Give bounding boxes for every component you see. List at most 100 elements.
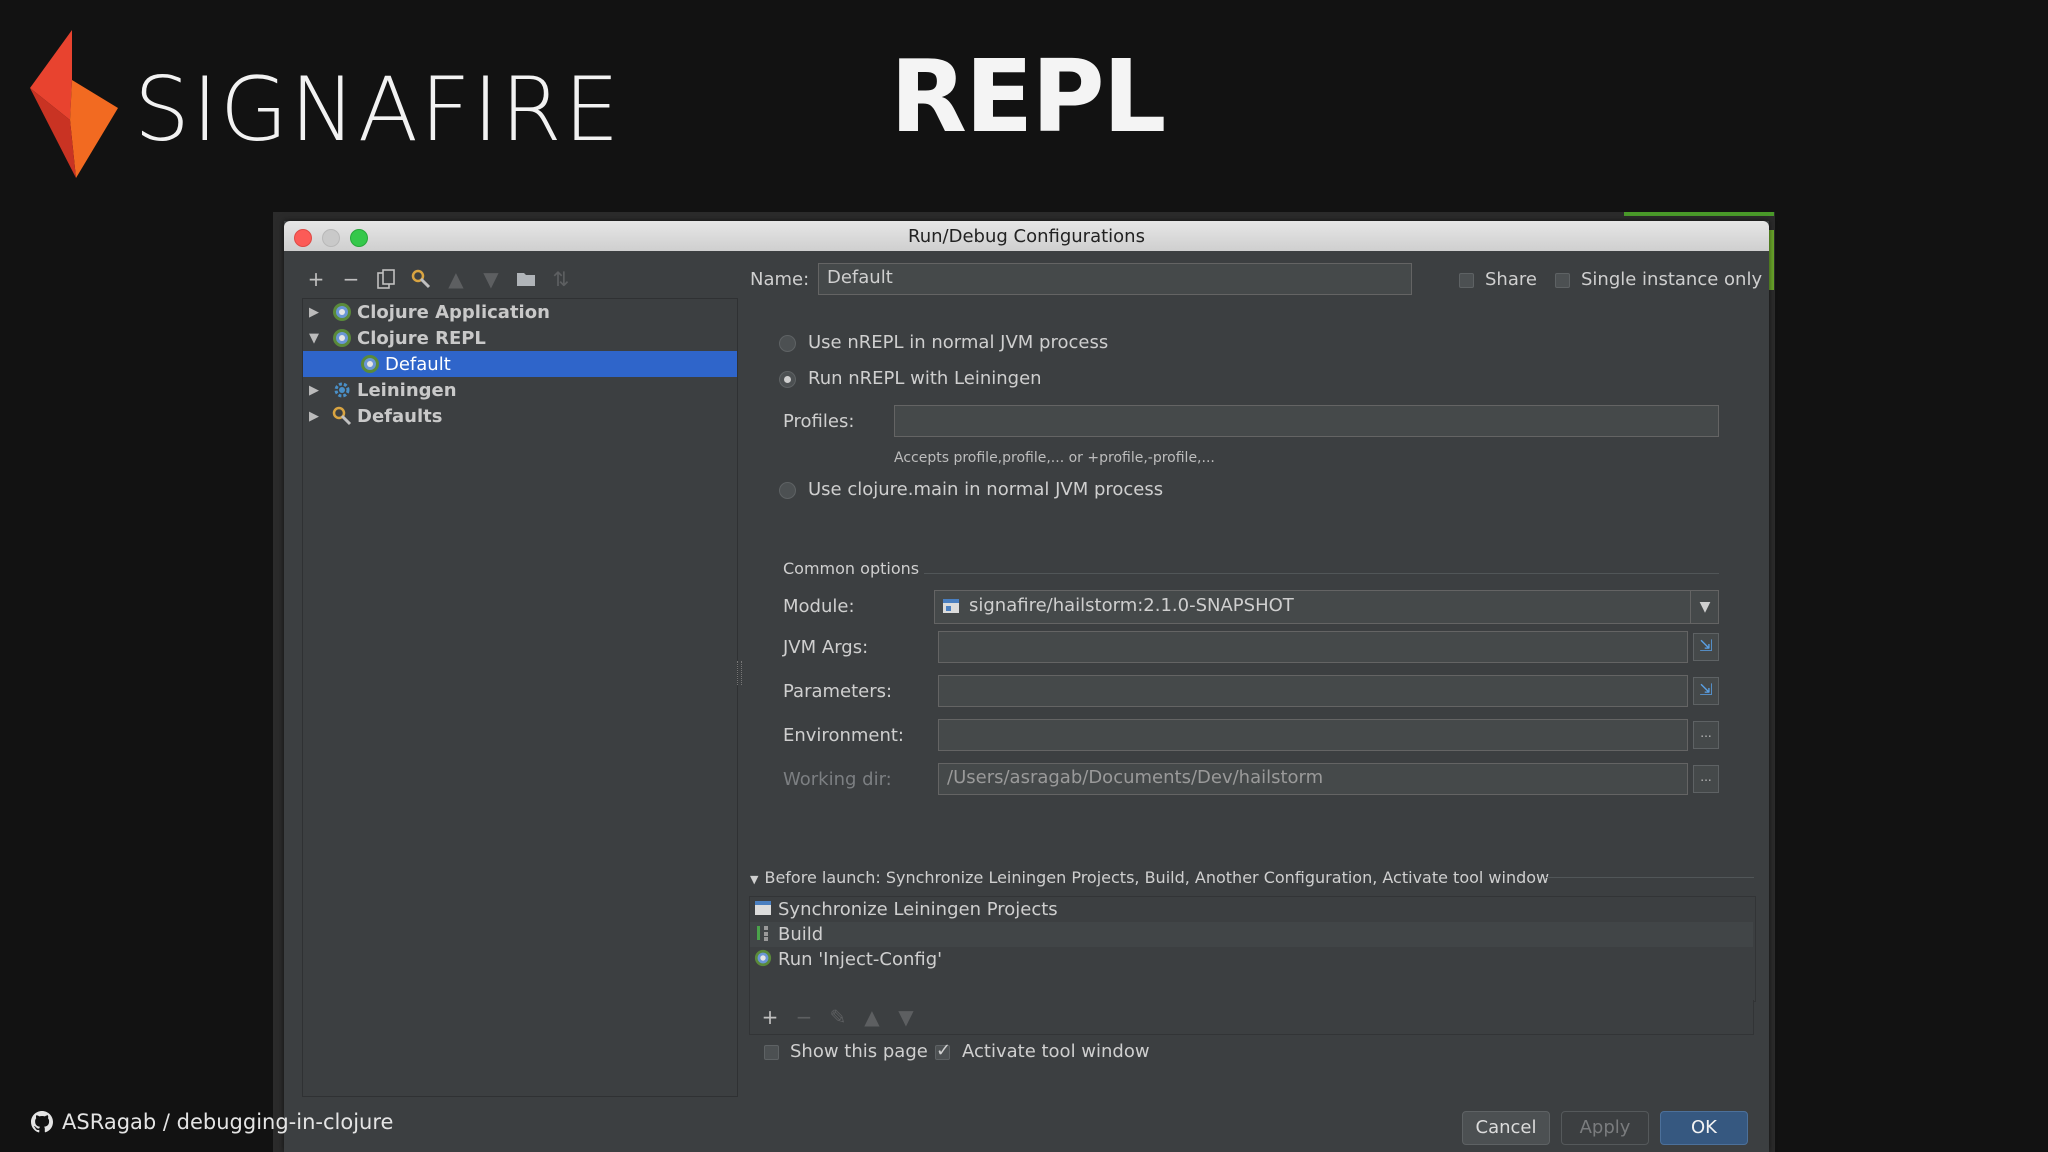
nrepl-jvm-radio[interactable] (779, 335, 796, 352)
clojure-icon (752, 949, 774, 971)
move-down-icon[interactable]: ▼ (479, 267, 503, 291)
copy-icon[interactable] (374, 267, 398, 291)
sort-icon[interactable]: ⇅ (549, 267, 573, 291)
folder-icon[interactable] (514, 267, 538, 291)
jvm-args-field[interactable] (938, 631, 1688, 663)
tree-item-clojure-repl[interactable]: ▼ Clojure REPL (303, 325, 737, 351)
single-instance-label: Single instance only (1581, 269, 1763, 290)
signafire-logo: SIGNAFIRE (30, 30, 619, 180)
module-select-value: signafire/hailstorm:2.1.0-SNAPSHOT (969, 595, 1294, 616)
expand-arrow-icon[interactable]: ▶ (307, 305, 321, 320)
profiles-field[interactable] (894, 405, 1719, 437)
collapse-arrow-icon[interactable]: ▼ (750, 873, 758, 886)
common-options-title: Common options (783, 559, 920, 578)
dialog-title: Run/Debug Configurations (908, 226, 1145, 247)
repo-label: ASRagab / debugging-in-clojure (62, 1110, 394, 1134)
profiles-label: Profiles: (783, 411, 855, 432)
collapse-arrow-icon[interactable]: ▼ (307, 331, 321, 346)
module-dropdown-arrow-icon[interactable]: ▼ (1690, 591, 1719, 623)
nrepl-leiningen-radio[interactable] (779, 371, 796, 388)
tree-item-label: Clojure Application (357, 301, 550, 323)
activate-tool-window-label: Activate tool window (962, 1041, 1150, 1062)
dialog-titlebar: Run/Debug Configurations (284, 221, 1769, 251)
before-launch-list: Synchronize Leiningen Projects Build Run… (749, 896, 1756, 1002)
tree-item-label: Clojure REPL (357, 327, 486, 349)
common-options-separator (924, 573, 1719, 574)
module-select[interactable]: signafire/hailstorm:2.1.0-SNAPSHOT (934, 590, 1719, 624)
github-icon (31, 1111, 53, 1133)
activate-tool-window-checkbox[interactable] (935, 1040, 951, 1061)
build-icon (752, 924, 774, 946)
add-icon[interactable]: + (304, 267, 328, 291)
expand-field-icon[interactable]: ⇲ (1693, 633, 1719, 661)
run-debug-configurations-dialog: Run/Debug Configurations + − ▲ ▼ ⇅ ▶ Clo… (284, 221, 1769, 1152)
move-up-icon[interactable]: ▲ (444, 267, 468, 291)
name-field[interactable]: Default (818, 263, 1412, 295)
move-up-icon[interactable]: ▲ (862, 1005, 882, 1029)
show-this-page-checkbox[interactable] (764, 1045, 779, 1060)
configurations-toolbar: + − ▲ ▼ ⇅ (304, 267, 573, 291)
cancel-button[interactable]: Cancel (1462, 1111, 1550, 1145)
ide-accent-bar (1624, 212, 1774, 216)
expand-arrow-icon[interactable]: ▶ (307, 409, 321, 424)
slide-title: REPL (890, 38, 1166, 155)
list-item[interactable]: Build (750, 922, 1753, 947)
tree-item-defaults[interactable]: ▶ Defaults (303, 403, 737, 429)
before-launch-toolbar: + − ✎ ▲ ▼ (749, 1000, 1754, 1035)
nrepl-jvm-label: Use nREPL in normal JVM process (808, 332, 1109, 353)
add-icon[interactable]: + (760, 1005, 780, 1029)
show-this-page-label: Show this page (790, 1041, 928, 1062)
ok-button[interactable]: OK (1660, 1111, 1748, 1145)
before-launch-title: Before launch: Synchronize Leiningen Pro… (764, 868, 1550, 887)
list-item[interactable]: Run 'Inject-Config' (750, 947, 1753, 972)
list-item[interactable]: Synchronize Leiningen Projects (750, 897, 1753, 922)
brand-name: SIGNAFIRE (134, 58, 622, 161)
before-launch-header[interactable]: ▼ Before launch: Synchronize Leiningen Pr… (750, 868, 1549, 887)
leiningen-sync-icon (752, 900, 774, 920)
environment-label: Environment: (783, 725, 904, 746)
wrench-icon (331, 405, 353, 427)
working-dir-browse-button[interactable]: ... (1693, 765, 1719, 793)
module-label: Module: (783, 596, 855, 617)
tree-item-clojure-application[interactable]: ▶ Clojure Application (303, 299, 737, 325)
tree-item-default-selected[interactable]: Default (303, 351, 737, 377)
flame-logo-icon (30, 30, 118, 178)
configurations-pane: + − ▲ ▼ ⇅ ▶ Clojure Application ▼ Clojur… (284, 251, 738, 1152)
clojure-main-radio[interactable] (779, 482, 796, 499)
github-footer: ASRagab / debugging-in-clojure (30, 1110, 393, 1134)
clojure-icon (331, 327, 353, 349)
nrepl-leiningen-label: Run nREPL with Leiningen (808, 368, 1042, 389)
parameters-label: Parameters: (783, 681, 893, 702)
environment-field[interactable] (938, 719, 1688, 751)
tree-item-label: Defaults (357, 405, 443, 427)
before-launch-separator (1546, 877, 1754, 878)
module-icon (942, 598, 960, 614)
leiningen-gear-icon (331, 379, 353, 401)
remove-icon[interactable]: − (794, 1005, 814, 1029)
list-item-label: Run 'Inject-Config' (778, 949, 943, 970)
clojure-main-label: Use clojure.main in normal JVM process (808, 479, 1164, 500)
expand-arrow-icon[interactable]: ▶ (307, 383, 321, 398)
profiles-hint: Accepts profile,profile,... or +profile,… (894, 450, 1215, 466)
pane-splitter-handle[interactable] (737, 661, 742, 685)
tree-item-leiningen[interactable]: ▶ Leiningen (303, 377, 737, 403)
environment-browse-button[interactable]: ... (1693, 721, 1719, 749)
expand-field-icon[interactable]: ⇲ (1693, 677, 1719, 705)
tree-item-label: Leiningen (357, 379, 457, 401)
edit-pencil-icon[interactable]: ✎ (828, 1005, 848, 1029)
remove-icon[interactable]: − (339, 267, 363, 291)
single-instance-checkbox[interactable] (1555, 273, 1570, 288)
name-label: Name: (750, 269, 810, 290)
wrench-icon[interactable] (409, 267, 433, 291)
apply-button[interactable]: Apply (1561, 1111, 1649, 1145)
working-dir-label: Working dir: (783, 769, 892, 790)
share-checkbox[interactable] (1459, 273, 1474, 288)
move-down-icon[interactable]: ▼ (896, 1005, 916, 1029)
list-item-label: Build (778, 924, 824, 945)
parameters-field[interactable] (938, 675, 1688, 707)
list-item-label: Synchronize Leiningen Projects (778, 899, 1058, 920)
working-dir-field[interactable]: /Users/asragab/Documents/Dev/hailstorm (938, 763, 1688, 795)
clojure-icon (331, 301, 353, 323)
clojure-repl-icon (359, 353, 381, 375)
jvm-args-label: JVM Args: (783, 637, 869, 658)
